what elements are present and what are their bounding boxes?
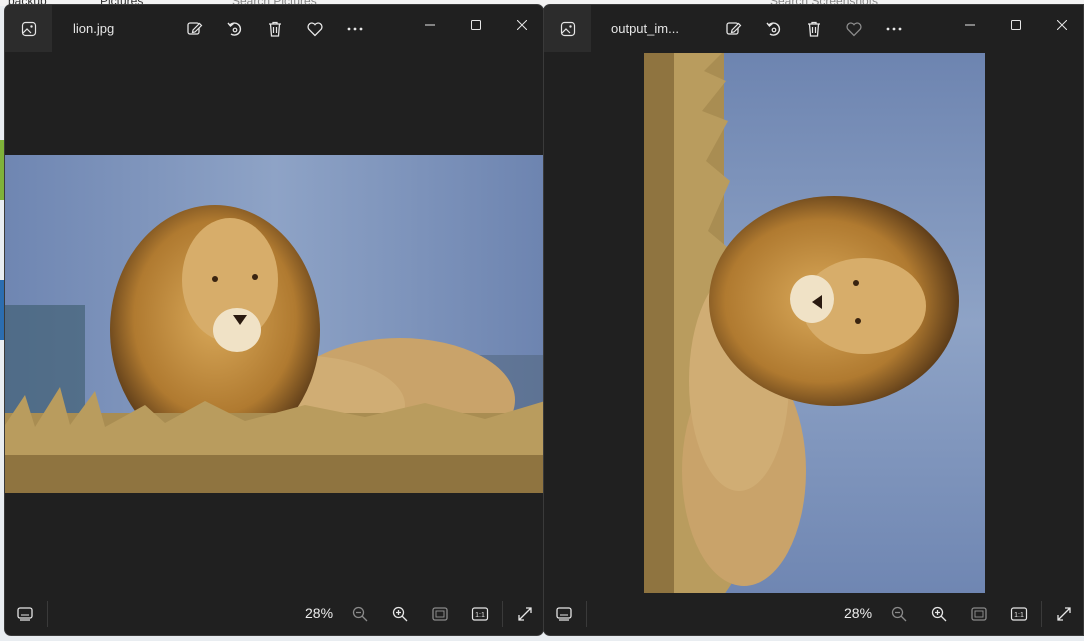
minimize-button[interactable] <box>407 9 453 41</box>
more-options-icon[interactable] <box>343 17 367 41</box>
photo-viewport[interactable] <box>544 53 1083 593</box>
fit-to-window-icon[interactable] <box>428 602 452 626</box>
fullscreen-icon[interactable] <box>1052 602 1076 626</box>
favorite-icon[interactable] <box>303 17 327 41</box>
zoom-out-icon[interactable] <box>887 602 911 626</box>
toolbar-divider <box>47 601 48 627</box>
window-title: lion.jpg <box>73 21 115 36</box>
lion-photo <box>5 155 543 493</box>
photos-app-icon[interactable] <box>544 5 591 52</box>
filmstrip-icon[interactable] <box>13 602 37 626</box>
delete-icon[interactable] <box>263 17 287 41</box>
photos-app-icon[interactable] <box>5 5 52 52</box>
rotate-icon[interactable] <box>762 17 786 41</box>
actual-size-icon[interactable]: 1:1 <box>468 602 492 626</box>
toolbar-divider <box>586 601 587 627</box>
title-bar: lion.jpg <box>5 5 543 53</box>
maximize-button[interactable] <box>453 9 499 41</box>
svg-text:1:1: 1:1 <box>1014 612 1024 619</box>
toolbar-divider <box>502 601 503 627</box>
zoom-in-icon[interactable] <box>927 602 951 626</box>
photo-viewport[interactable] <box>5 53 543 593</box>
favorite-icon[interactable] <box>842 17 866 41</box>
title-bar: output_im... <box>544 5 1083 53</box>
edit-image-icon[interactable] <box>183 17 207 41</box>
actual-size-icon[interactable]: 1:1 <box>1007 602 1031 626</box>
delete-icon[interactable] <box>802 17 826 41</box>
zoom-level: 28% <box>305 605 334 621</box>
fullscreen-icon[interactable] <box>513 602 537 626</box>
window-title: output_im... <box>611 21 679 36</box>
rotated-lion-photo <box>644 53 985 593</box>
toolbar-divider <box>1041 601 1042 627</box>
edit-image-icon[interactable] <box>722 17 746 41</box>
bottom-bar: 28% 1:1 <box>544 593 1083 635</box>
more-options-icon[interactable] <box>882 17 906 41</box>
close-button[interactable] <box>499 9 543 41</box>
svg-text:1:1: 1:1 <box>475 612 485 619</box>
zoom-level: 28% <box>844 605 873 621</box>
zoom-in-icon[interactable] <box>388 602 412 626</box>
close-button[interactable] <box>1039 9 1083 41</box>
minimize-button[interactable] <box>947 9 993 41</box>
zoom-out-icon[interactable] <box>348 602 372 626</box>
bottom-bar: 28% 1:1 <box>5 593 543 635</box>
photos-window-left: lion.jpg 28% 1:1 <box>4 4 544 636</box>
maximize-button[interactable] <box>993 9 1039 41</box>
rotate-icon[interactable] <box>223 17 247 41</box>
filmstrip-icon[interactable] <box>552 602 576 626</box>
photos-window-right: output_im... 28% 1:1 <box>543 4 1084 636</box>
fit-to-window-icon[interactable] <box>967 602 991 626</box>
